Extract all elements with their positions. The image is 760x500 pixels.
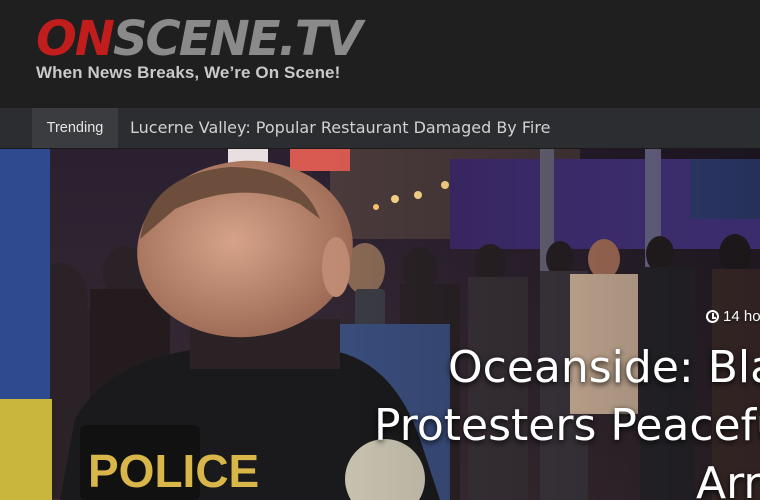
hero-title: Oceanside: Blac Protesters Peacefu Arr xyxy=(374,339,760,500)
logo-scene-text: SCENE.TV xyxy=(112,11,363,67)
site-logo[interactable]: ONSCENE.TV When News Breaks, We’re On Sc… xyxy=(36,14,416,86)
police-vest-text: POLICE xyxy=(88,445,259,497)
clock-icon xyxy=(706,310,719,323)
trending-label: Trending xyxy=(32,108,118,148)
logo-on-text: ON xyxy=(36,11,115,67)
hero-title-line2: Protesters Peacefu xyxy=(374,400,760,451)
logo-tagline: When News Breaks, We’re On Scene! xyxy=(36,63,341,82)
hero-time-text: 14 ho xyxy=(723,308,760,325)
hero-title-line3: Arr xyxy=(696,458,760,500)
trending-headline-link[interactable]: Lucerne Valley: Popular Restaurant Damag… xyxy=(130,108,550,148)
hero-featured-story[interactable]: POLICE 14 ho Oceanside: Blac Protesters … xyxy=(0,149,760,500)
hero-timestamp: 14 ho xyxy=(706,308,760,325)
logo-wordmark: ONSCENE.TV xyxy=(36,11,363,67)
hero-title-line1: Oceanside: Blac xyxy=(448,342,760,393)
trending-bar: Trending Lucerne Valley: Popular Restaur… xyxy=(0,108,760,149)
site-header: ONSCENE.TV When News Breaks, We’re On Sc… xyxy=(0,0,760,108)
